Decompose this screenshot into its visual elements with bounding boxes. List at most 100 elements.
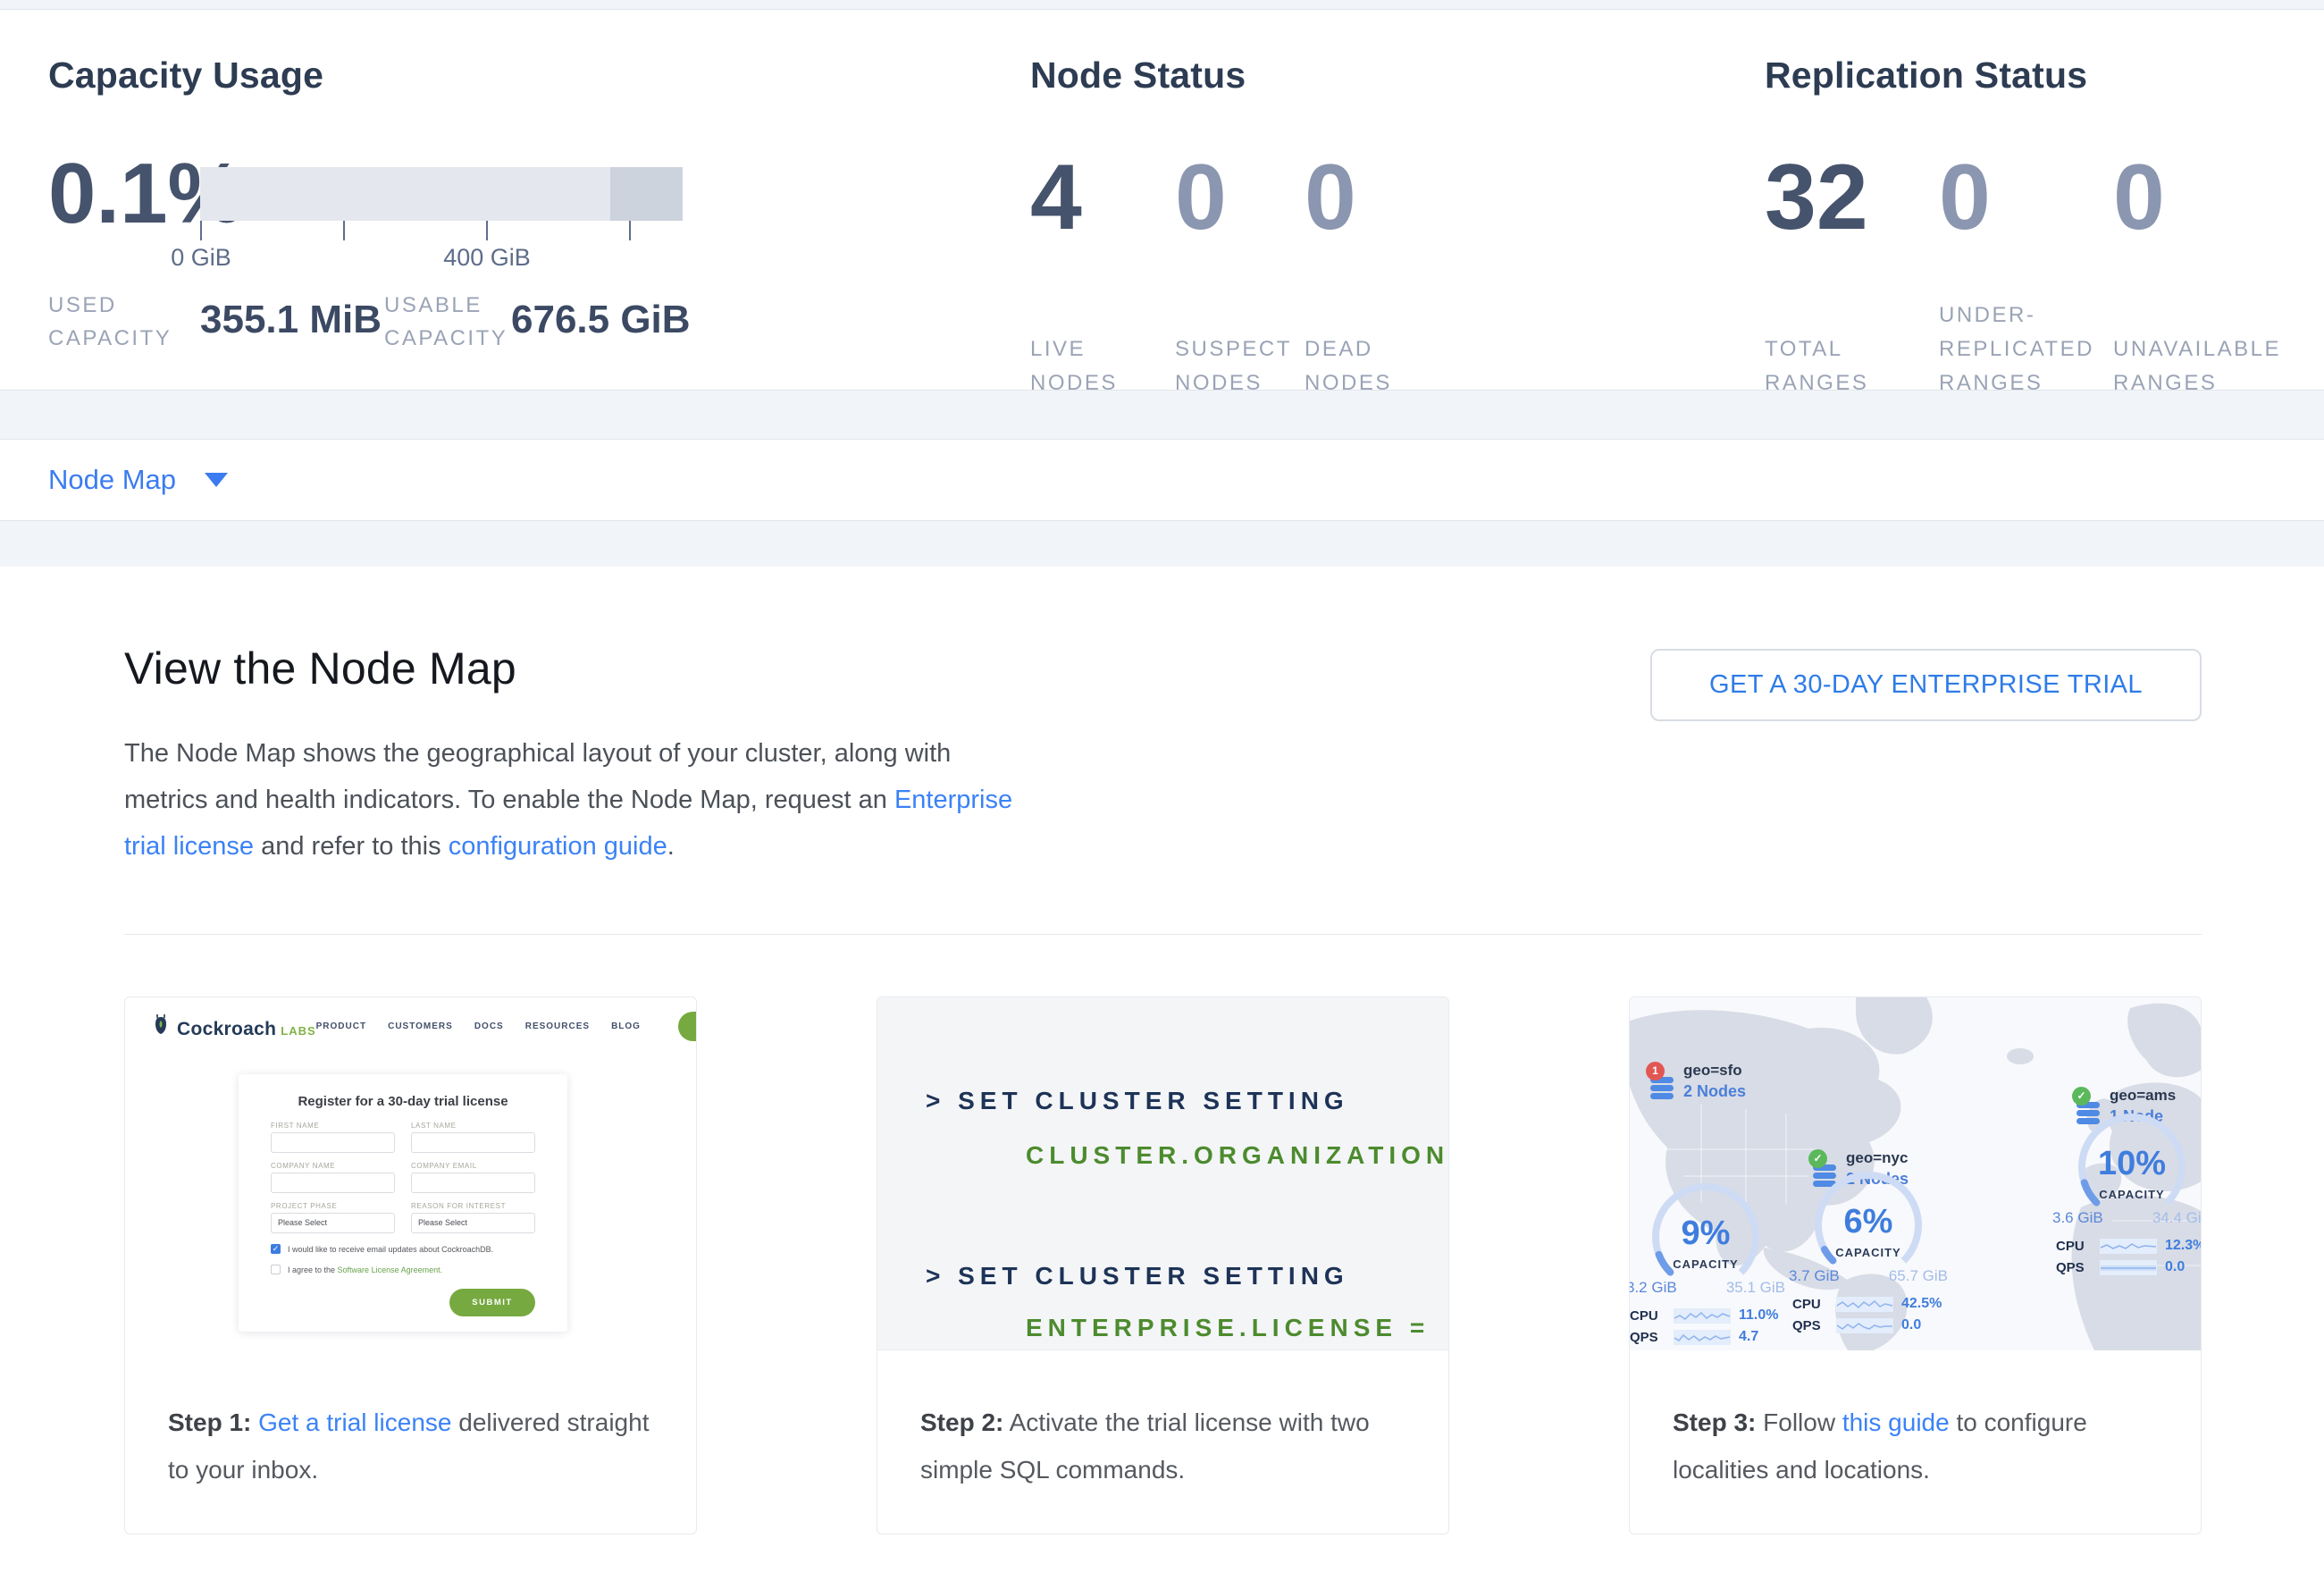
- field-label: COMPANY NAME: [271, 1162, 395, 1170]
- text-part: [251, 1408, 258, 1436]
- inline-link[interactable]: Enterprise: [894, 786, 1012, 814]
- locality-name: geo=nyc: [1846, 1149, 1908, 1167]
- checkbox-unchecked-icon: [271, 1265, 281, 1274]
- capacity-bar: [200, 167, 683, 221]
- suspect-nodes-label: SUSPECT NODES: [1175, 332, 1291, 400]
- text-part: Step 3:: [1673, 1408, 1756, 1436]
- step3-card: 1 geo=sfo 2 Nodes: [1629, 996, 2202, 1534]
- inline-link[interactable]: Get a trial license: [258, 1408, 451, 1436]
- sql-code-line: > SET CLUSTER SETTING: [926, 1262, 1349, 1291]
- error-badge-icon: 1: [1646, 1062, 1665, 1080]
- text-part: to your inbox.: [168, 1456, 318, 1484]
- live-nodes-value: 4: [1030, 149, 1175, 247]
- cpu-value: 11.0%: [1739, 1307, 1778, 1324]
- view-selector-dropdown[interactable]: Node Map: [0, 439, 2324, 521]
- nav-item: DOCS: [474, 1022, 504, 1031]
- capacity-label: CAPACITY: [1639, 1257, 1773, 1271]
- total-gib: 65.7 GiB: [1889, 1267, 1948, 1285]
- qps-label: QPS: [2056, 1260, 2092, 1275]
- company-email-input: [411, 1173, 535, 1193]
- text-part: Activate the trial license with two: [1003, 1408, 1369, 1436]
- cpu-sparkline-icon: [2100, 1239, 2157, 1254]
- dead-nodes-value: 0: [1305, 149, 1447, 247]
- license-agreement-link: Software License Agreement.: [338, 1265, 443, 1274]
- form-field: COMPANY NAME: [271, 1162, 395, 1193]
- capacity-percent: 9%: [1639, 1215, 1773, 1253]
- step1-card: Cockroach LABS PRODUCT CUSTOMERS DOCS RE…: [124, 996, 697, 1534]
- cpu-value: 42.5%: [1901, 1296, 1942, 1312]
- cockroach-labs-logo: Cockroach LABS: [152, 1013, 316, 1040]
- text-part: The Node Map shows the geographical layo…: [124, 739, 951, 768]
- inline-link[interactable]: trial license: [124, 832, 254, 861]
- step2-card: > SET CLUSTER SETTING CLUSTER.ORGANIZATI…: [877, 996, 1449, 1534]
- dead-nodes-label: DEAD NODES: [1305, 332, 1385, 400]
- suspect-nodes-stat: 0 SUSPECT NODES: [1175, 149, 1305, 247]
- unavailable-ranges-label: UNAVAILABLE RANGES: [2113, 332, 2292, 400]
- text-part: and refer to this: [254, 832, 449, 861]
- unavailable-ranges-value: 0: [2113, 149, 2301, 247]
- capacity-usage-title: Capacity Usage: [48, 55, 323, 97]
- node-status-title: Node Status: [1030, 55, 1246, 97]
- email-updates-checkbox-row: ✓ I would like to receive email updates …: [271, 1244, 535, 1254]
- total-gib: 34.4 GiB: [2152, 1209, 2201, 1227]
- capacity-bar-reserved-segment: [610, 167, 683, 221]
- healthy-badge-icon: ✓: [2072, 1087, 2091, 1106]
- cpu-value: 12.3%: [2165, 1238, 2201, 1254]
- text-part: Step 2:: [920, 1408, 1003, 1436]
- field-label: PROJECT PHASE: [271, 1202, 395, 1210]
- total-ranges-stat: 32 TOTAL RANGES: [1765, 149, 1939, 247]
- qps-value: 0.0: [1901, 1317, 1921, 1333]
- license-agreement-checkbox-row: I agree to the Software License Agreemen…: [271, 1265, 535, 1274]
- under-replicated-ranges-label: UNDER-REPLICATED RANGES: [1939, 298, 2104, 400]
- step1-caption: Step 1: Get a trial license delivered st…: [125, 1350, 696, 1493]
- cpu-row: CPU 12.3%: [2056, 1238, 2201, 1254]
- submit-button: SUBMIT: [449, 1289, 535, 1316]
- text-part: Step 1:: [168, 1408, 251, 1436]
- used-gib: 3.7 GiB: [1789, 1267, 1840, 1285]
- inline-link[interactable]: this guide: [1842, 1408, 1950, 1436]
- locality-name: geo=sfo: [1683, 1062, 1742, 1080]
- dead-nodes-stat: 0 DEAD NODES: [1305, 149, 1447, 247]
- field-label: FIRST NAME: [271, 1122, 395, 1130]
- used-capacity-label: USED CAPACITY: [48, 289, 182, 355]
- enterprise-trial-button[interactable]: GET A 30-DAY ENTERPRISE TRIAL: [1650, 649, 2202, 721]
- live-nodes-stat: 4 LIVE NODES: [1030, 149, 1175, 247]
- capacity-axis-label: 0 GiB: [171, 244, 231, 272]
- used-capacity-value: 355.1 MiB: [200, 298, 382, 342]
- nav-item: PRODUCT: [316, 1022, 366, 1031]
- text-part: metrics and health indicators. To enable…: [124, 786, 894, 814]
- qps-label: QPS: [1630, 1330, 1665, 1345]
- inline-link[interactable]: configuration guide: [449, 832, 667, 861]
- nav-item: CUSTOMERS: [388, 1022, 453, 1031]
- checkbox-checked-icon: ✓: [271, 1244, 281, 1254]
- qps-value: 4.7: [1739, 1329, 1758, 1345]
- cpu-row: CPU 11.0%: [1630, 1307, 1778, 1324]
- live-nodes-label: LIVE NODES: [1030, 332, 1111, 400]
- trial-registration-form: Register for a 30-day trial license FIRS…: [239, 1074, 567, 1332]
- cluster-summary-panel: Capacity Usage 0.1% 0 GiB 400 GiB USED C…: [0, 9, 2324, 391]
- form-field: COMPANY EMAIL: [411, 1162, 535, 1193]
- roach-logo-icon: [152, 1013, 170, 1035]
- company-name-input: [271, 1173, 395, 1193]
- text-part: delivered straight: [451, 1408, 649, 1436]
- suspect-nodes-value: 0: [1175, 149, 1305, 247]
- cpu-label: CPU: [1630, 1308, 1665, 1324]
- used-gib: 3.6 GiB: [2052, 1209, 2103, 1227]
- cpu-label: CPU: [2056, 1239, 2092, 1254]
- under-replicated-ranges-value: 0: [1939, 149, 2113, 247]
- mini-site-header: Cockroach LABS PRODUCT CUSTOMERS DOCS RE…: [125, 997, 696, 1041]
- last-name-input: [411, 1132, 535, 1153]
- qps-sparkline-icon: [1836, 1318, 1893, 1333]
- field-label: REASON FOR INTEREST: [411, 1202, 535, 1210]
- unavailable-ranges-stat: 0 UNAVAILABLE RANGES: [2113, 149, 2301, 247]
- healthy-badge-icon: ✓: [1808, 1149, 1827, 1168]
- usable-capacity-label: USABLE CAPACITY: [384, 289, 518, 355]
- locality-node-count: 2 Nodes: [1683, 1082, 1746, 1101]
- section-divider: [124, 934, 2202, 935]
- qps-value: 0.0: [2165, 1259, 2185, 1275]
- form-field: REASON FOR INTEREST Please Select: [411, 1202, 535, 1233]
- sql-code-line: ENTERPRISE.LICENSE =: [1026, 1314, 1430, 1342]
- sql-code-line: CLUSTER.ORGANIZATION =: [1026, 1141, 1448, 1170]
- logo-text-primary: Cockroach: [177, 1019, 276, 1040]
- total-ranges-value: 32: [1765, 149, 1939, 247]
